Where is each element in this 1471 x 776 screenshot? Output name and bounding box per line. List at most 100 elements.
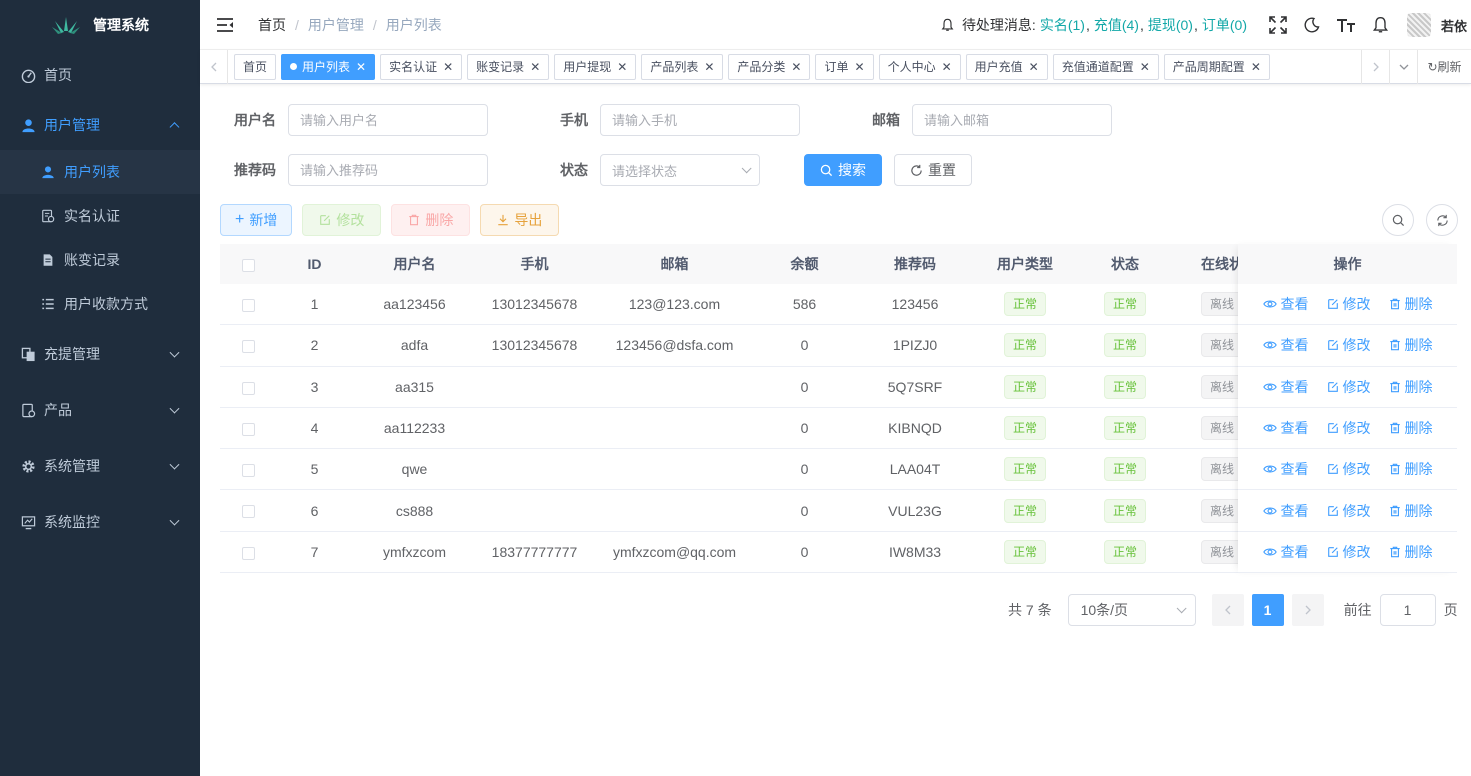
tag-product-category[interactable]: 产品分类 ✕ <box>728 53 811 80</box>
close-icon[interactable]: ✕ <box>791 55 801 79</box>
view-link[interactable]: 查看 <box>1262 418 1309 438</box>
menu-home[interactable]: 首页 <box>0 50 200 100</box>
reset-button[interactable]: 重置 <box>894 154 972 186</box>
username[interactable]: 若依 <box>1441 16 1471 35</box>
tag-product-cycle[interactable]: 产品周期配置 ✕ <box>1163 53 1270 80</box>
menu-recharge-mgmt[interactable]: 充提管理 <box>0 326 200 382</box>
view-link[interactable]: 查看 <box>1262 501 1309 521</box>
close-icon[interactable]: ✕ <box>356 55 366 79</box>
tags-scroll-right[interactable] <box>1361 49 1389 84</box>
close-icon[interactable]: ✕ <box>1251 55 1261 79</box>
tag-recharge[interactable]: 用户充值 ✕ <box>965 53 1048 80</box>
delete-link[interactable]: 删除 <box>1389 294 1433 314</box>
edit-link[interactable]: 修改 <box>1327 459 1371 479</box>
phone-input[interactable] <box>600 104 800 136</box>
pending-recharge[interactable]: 充值(4) <box>1094 15 1139 35</box>
menu-ledger[interactable]: 账变记录 <box>0 238 200 282</box>
export-button[interactable]: 导出 <box>480 204 560 236</box>
row-checkbox[interactable] <box>241 505 255 519</box>
menu-system-mgmt[interactable]: 系统管理 <box>0 438 200 494</box>
add-button[interactable]: + 新增 <box>220 204 293 236</box>
row-checkbox[interactable] <box>241 381 255 395</box>
prev-page-button[interactable] <box>1211 594 1244 626</box>
edit-link[interactable]: 修改 <box>1327 335 1371 355</box>
hamburger-icon[interactable] <box>200 0 250 50</box>
menu-system-monitor[interactable]: 系统监控 <box>0 494 200 550</box>
close-icon[interactable]: ✕ <box>1140 55 1150 79</box>
fullscreen-icon[interactable] <box>1261 0 1295 50</box>
row-checkbox[interactable] <box>241 546 255 560</box>
view-link[interactable]: 查看 <box>1262 335 1309 355</box>
menu-user-list[interactable]: 用户列表 <box>0 150 200 194</box>
row-checkbox[interactable] <box>241 340 255 354</box>
avatar[interactable] <box>1407 13 1431 37</box>
view-link[interactable]: 查看 <box>1262 459 1309 479</box>
delete-button[interactable]: 删除 <box>391 204 471 236</box>
moon-icon[interactable] <box>1295 0 1329 50</box>
menu-product[interactable]: 产品 <box>0 382 200 438</box>
select-all-checkbox[interactable] <box>241 258 255 272</box>
toggle-search-button[interactable] <box>1382 204 1414 236</box>
edit-link[interactable]: 修改 <box>1327 542 1371 562</box>
page-1-button[interactable]: 1 <box>1251 594 1284 626</box>
close-icon[interactable]: ✕ <box>1029 55 1039 79</box>
edit-link[interactable]: 修改 <box>1327 418 1371 438</box>
refresh-button[interactable]: ↻ 刷新 <box>1417 49 1471 84</box>
refcode-label: 推荐码 <box>234 162 276 178</box>
tag-order[interactable]: 订单 ✕ <box>815 53 874 80</box>
close-icon[interactable]: ✕ <box>530 55 540 79</box>
edit-button[interactable]: 修改 <box>302 204 382 236</box>
tag-user-list[interactable]: 用户列表 ✕ <box>281 53 376 80</box>
tag-realname[interactable]: 实名认证 ✕ <box>380 53 463 80</box>
delete-link[interactable]: 删除 <box>1389 459 1433 479</box>
delete-link[interactable]: 删除 <box>1389 418 1433 438</box>
row-checkbox[interactable] <box>241 422 255 436</box>
menu-payment-method[interactable]: 用户收款方式 <box>0 282 200 326</box>
menu-user-mgmt[interactable]: 用户管理 <box>0 100 200 150</box>
edit-link[interactable]: 修改 <box>1327 377 1371 397</box>
close-icon[interactable]: ✕ <box>443 55 453 79</box>
close-icon[interactable]: ✕ <box>855 55 865 79</box>
email-input[interactable] <box>912 104 1112 136</box>
view-link[interactable]: 查看 <box>1262 294 1309 314</box>
menu-realname[interactable]: 实名认证 <box>0 194 200 238</box>
delete-link[interactable]: 删除 <box>1389 501 1433 521</box>
eye-icon <box>1262 383 1277 391</box>
tag-ledger[interactable]: 账变记录 ✕ <box>467 53 550 80</box>
pending-order[interactable]: 订单(0) <box>1202 15 1247 35</box>
row-checkbox[interactable] <box>241 298 255 312</box>
delete-link[interactable]: 删除 <box>1389 377 1433 397</box>
delete-link[interactable]: 删除 <box>1389 335 1433 355</box>
close-icon[interactable]: ✕ <box>617 55 627 79</box>
status-badge: 正常 <box>1103 539 1146 564</box>
edit-label: 修改 <box>1342 420 1371 437</box>
view-link[interactable]: 查看 <box>1262 542 1309 562</box>
tags-scroll-left[interactable] <box>200 49 228 84</box>
refresh-table-button[interactable] <box>1426 204 1458 236</box>
refcode-input[interactable] <box>288 154 488 186</box>
tag-product-list[interactable]: 产品列表 ✕ <box>641 53 724 80</box>
font-size-icon[interactable] <box>1329 0 1363 50</box>
tag-channel-config[interactable]: 充值通道配置 ✕ <box>1052 53 1159 80</box>
tag-withdraw[interactable]: 用户提现 ✕ <box>554 53 637 80</box>
close-icon[interactable]: ✕ <box>942 55 952 79</box>
status-select[interactable]: 请选择状态 <box>600 154 760 186</box>
page-size-select[interactable]: 10条/页 <box>1067 594 1196 626</box>
search-button[interactable]: 搜索 <box>804 154 882 186</box>
edit-link[interactable]: 修改 <box>1327 501 1371 521</box>
username-input[interactable] <box>288 104 488 136</box>
tag-profile[interactable]: 个人中心 ✕ <box>878 53 961 80</box>
notification-bell-icon[interactable] <box>1363 0 1397 50</box>
pending-realname[interactable]: 实名(1) <box>1040 15 1085 35</box>
view-link[interactable]: 查看 <box>1262 377 1309 397</box>
next-page-button[interactable] <box>1291 594 1324 626</box>
tags-dropdown[interactable] <box>1389 49 1417 84</box>
close-icon[interactable]: ✕ <box>704 55 714 79</box>
breadcrumb-home[interactable]: 首页 <box>258 15 286 35</box>
pending-withdraw[interactable]: 提现(0) <box>1148 15 1193 35</box>
delete-link[interactable]: 删除 <box>1389 542 1433 562</box>
goto-page-input[interactable] <box>1379 594 1436 626</box>
tag-home[interactable]: 首页 <box>234 53 277 80</box>
edit-link[interactable]: 修改 <box>1327 294 1371 314</box>
row-checkbox[interactable] <box>241 464 255 478</box>
